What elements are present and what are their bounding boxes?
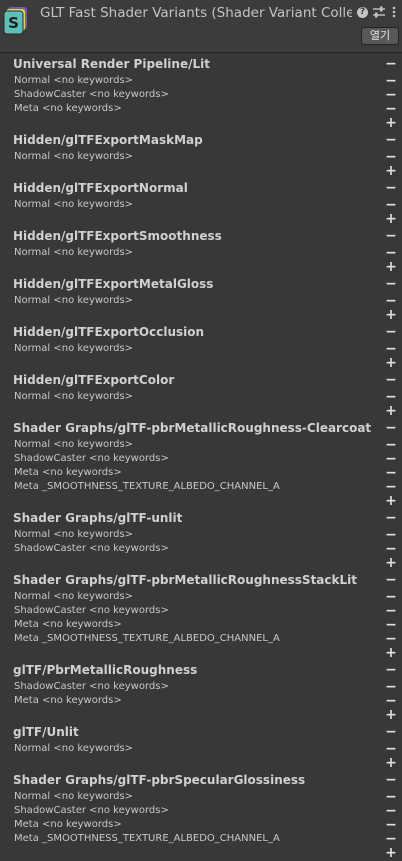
add-variant-button[interactable]: + (384, 260, 398, 274)
remove-variant-button[interactable]: − (384, 150, 398, 164)
variant-item: Meta <no keywords> (14, 819, 122, 830)
shader-name: Shader Graphs/glTF-pbrMetallicRoughnessS… (13, 573, 357, 587)
remove-variant-button[interactable]: − (384, 452, 398, 466)
shader-name: Shader Graphs/glTF-pbrSpecularGlossiness (13, 773, 306, 787)
variant-item: Normal <no keywords> (14, 743, 134, 754)
variant-item: ShadowCaster <no keywords> (14, 89, 169, 100)
remove-variant-button[interactable]: − (384, 742, 398, 756)
add-variant-button[interactable]: + (384, 356, 398, 370)
variant-item: ShadowCaster <no keywords> (14, 681, 169, 692)
shader-name: Shader Graphs/glTF-pbrMetallicRoughness-… (13, 421, 372, 435)
remove-variant-button[interactable]: − (384, 438, 398, 452)
remove-variant-button[interactable]: − (384, 88, 398, 102)
variant-item: Normal <no keywords> (14, 529, 134, 540)
remove-variant-button[interactable]: − (384, 294, 398, 308)
window-title: GLT Fast Shader Variants (Shader Variant… (40, 5, 352, 21)
variant-item: Normal <no keywords> (14, 439, 134, 450)
variant-item: Normal <no keywords> (14, 295, 134, 306)
shader-name: Hidden/glTFExportMaskMap (13, 133, 203, 147)
add-variant-button[interactable]: + (384, 708, 398, 722)
variant-item: ShadowCaster <no keywords> (14, 543, 169, 554)
remove-variant-button[interactable]: − (384, 618, 398, 632)
variant-item: Normal <no keywords> (14, 247, 134, 258)
add-variant-button[interactable]: + (384, 556, 398, 570)
remove-shader-button[interactable]: − (384, 133, 398, 147)
shader-name: Hidden/glTFExportColor (13, 373, 175, 387)
variant-item: Meta <no keywords> (14, 619, 122, 630)
variant-item: Meta _SMOOTHNESS_TEXTURE_ALBEDO_CHANNEL_… (14, 833, 280, 844)
variant-item: Normal <no keywords> (14, 591, 134, 602)
remove-variant-button[interactable]: − (384, 694, 398, 708)
add-variant-button[interactable]: + (384, 164, 398, 178)
variant-item: Meta <no keywords> (14, 467, 122, 478)
variant-item: Meta _SMOOTHNESS_TEXTURE_ALBEDO_CHANNEL_… (14, 633, 280, 644)
remove-variant-button[interactable]: − (384, 680, 398, 694)
remove-variant-button[interactable]: − (384, 590, 398, 604)
variant-item: Normal <no keywords> (14, 343, 134, 354)
remove-variant-button[interactable]: − (384, 804, 398, 818)
remove-shader-button[interactable]: − (384, 573, 398, 587)
remove-shader-button[interactable]: − (384, 229, 398, 243)
remove-shader-button[interactable]: − (384, 725, 398, 739)
shader-name: Universal Render Pipeline/Lit (13, 57, 210, 71)
remove-variant-button[interactable]: − (384, 198, 398, 212)
kebab-menu-icon[interactable] (391, 4, 397, 20)
add-variant-button[interactable]: + (384, 116, 398, 130)
shader-name: Shader Graphs/glTF-unlit (13, 511, 183, 525)
remove-shader-button[interactable]: − (384, 773, 398, 787)
remove-variant-button[interactable]: − (384, 74, 398, 88)
preset-sliders-icon[interactable] (372, 4, 386, 20)
remove-shader-button[interactable]: − (384, 663, 398, 677)
variant-item: Meta _SMOOTHNESS_TEXTURE_ALBEDO_CHANNEL_… (14, 481, 280, 492)
remove-variant-button[interactable]: − (384, 246, 398, 260)
add-variant-button[interactable]: + (384, 646, 398, 660)
variant-item: ShadowCaster <no keywords> (14, 453, 169, 464)
add-variant-button[interactable]: + (384, 756, 398, 770)
remove-variant-button[interactable]: − (384, 832, 398, 846)
shader-name: glTF/PbrMetallicRoughness (13, 663, 198, 677)
shader-name: Hidden/glTFExportOcclusion (13, 325, 205, 339)
variant-item: Normal <no keywords> (14, 391, 134, 402)
variant-item: ShadowCaster <no keywords> (14, 605, 169, 616)
remove-shader-button[interactable]: − (384, 181, 398, 195)
shader-name: Hidden/glTFExportNormal (13, 181, 188, 195)
variant-item: Normal <no keywords> (14, 151, 134, 162)
remove-variant-button[interactable]: − (384, 632, 398, 646)
remove-shader-button[interactable]: − (384, 57, 398, 71)
open-button[interactable]: 열기 (361, 27, 399, 45)
remove-shader-button[interactable]: − (384, 421, 398, 435)
remove-variant-button[interactable]: − (384, 342, 398, 356)
remove-variant-button[interactable]: − (384, 466, 398, 480)
shader-variant-collection-icon: S (3, 7, 27, 35)
variant-item: Meta <no keywords> (14, 103, 122, 114)
add-variant-button[interactable]: + (384, 846, 398, 860)
variant-item: Normal <no keywords> (14, 199, 134, 210)
variant-item: Meta <no keywords> (14, 695, 122, 706)
remove-variant-button[interactable]: − (384, 480, 398, 494)
remove-variant-button[interactable]: − (384, 528, 398, 542)
remove-shader-button[interactable]: − (384, 277, 398, 291)
inspector-header: S GLT Fast Shader Variants (Shader Varia… (0, 0, 402, 53)
remove-variant-button[interactable]: − (384, 790, 398, 804)
remove-shader-button[interactable]: − (384, 373, 398, 387)
add-variant-button[interactable]: + (384, 494, 398, 508)
shader-name: glTF/Unlit (13, 725, 79, 739)
variant-item: ShadowCaster <no keywords> (14, 805, 169, 816)
remove-variant-button[interactable]: − (384, 604, 398, 618)
remove-shader-button[interactable]: − (384, 325, 398, 339)
variant-item: Normal <no keywords> (14, 791, 134, 802)
icon-letter: S (8, 14, 19, 32)
remove-variant-button[interactable]: − (384, 542, 398, 556)
remove-variant-button[interactable]: − (384, 818, 398, 832)
shader-name: Hidden/glTFExportSmoothness (13, 229, 222, 243)
remove-variant-button[interactable]: − (384, 102, 398, 116)
remove-shader-button[interactable]: − (384, 511, 398, 525)
add-variant-button[interactable]: + (384, 308, 398, 322)
add-variant-button[interactable]: + (384, 404, 398, 418)
shader-name: Hidden/glTFExportMetalGloss (13, 277, 214, 291)
variant-item: Normal <no keywords> (14, 75, 134, 86)
remove-variant-button[interactable]: − (384, 390, 398, 404)
help-icon[interactable]: ? (357, 7, 368, 18)
add-variant-button[interactable]: + (384, 212, 398, 226)
